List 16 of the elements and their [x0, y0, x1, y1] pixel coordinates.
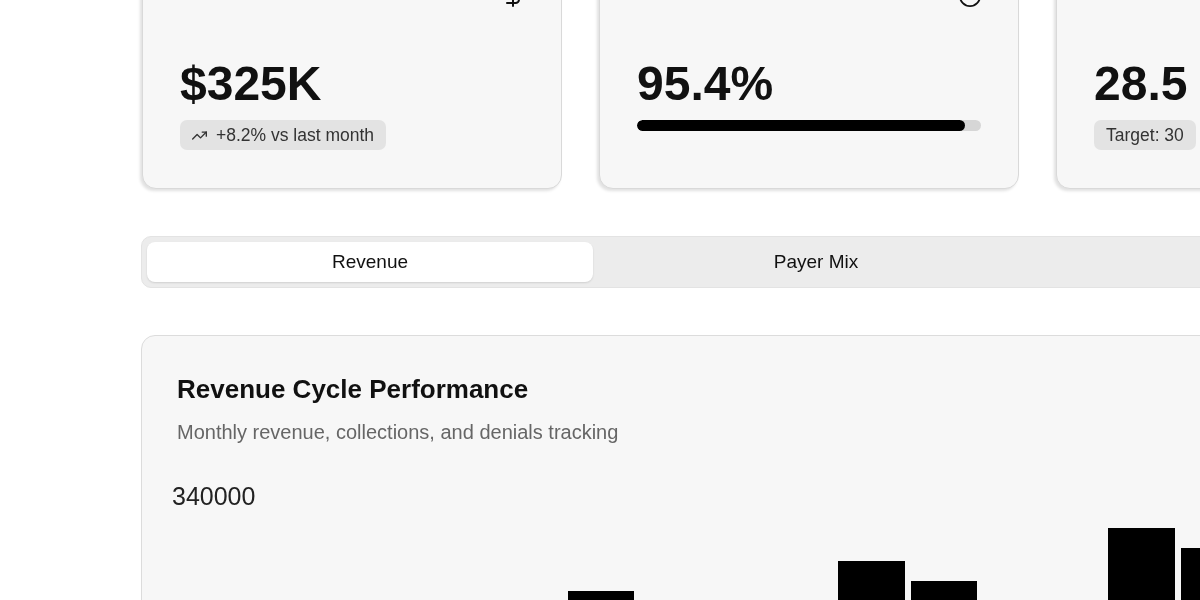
tab[interactable]: Revenue	[147, 242, 593, 282]
target-tag: Target: 30	[1094, 120, 1196, 150]
chart-bar	[838, 561, 905, 600]
chart-bar	[1108, 528, 1175, 600]
y-axis-label: 340000	[172, 482, 256, 510]
trend-up-icon	[192, 130, 207, 140]
chart-title: Revenue Cycle Performance	[177, 373, 529, 405]
chart-bar	[568, 591, 634, 600]
metric-value: 95.4%	[637, 59, 774, 109]
metric-value: $325K	[180, 59, 322, 109]
chart-bar	[1181, 548, 1200, 600]
tab[interactable]: Payer Mix	[593, 242, 1039, 282]
chart-bar	[911, 581, 977, 600]
trend-text: +8.2% vs last month	[216, 124, 375, 146]
metric-value: 28.5	[1094, 59, 1188, 109]
chart-subtitle: Monthly revenue, collections, and denials tracking	[177, 420, 619, 445]
